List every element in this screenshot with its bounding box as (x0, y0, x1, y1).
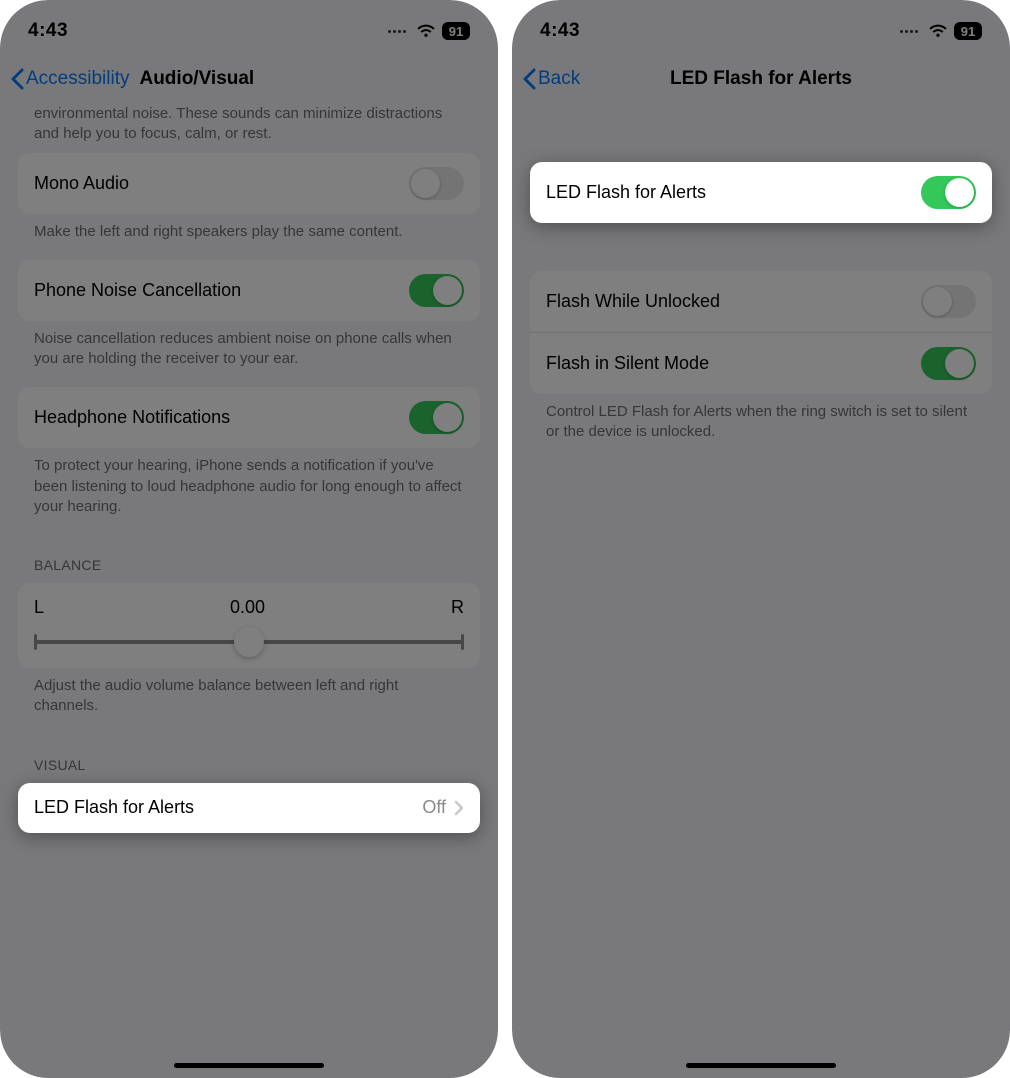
noise-cancel-group: Phone Noise Cancellation (18, 260, 480, 321)
led-flash-row[interactable]: LED Flash for Alerts Off (18, 783, 480, 833)
battery-indicator: 91 (954, 22, 982, 40)
led-main-cell[interactable]: LED Flash for Alerts (530, 162, 992, 223)
balance-right-label: R (451, 597, 464, 618)
nav-back-label: Back (538, 68, 580, 90)
screenshot-right-panel: 4:43 91 Back LED Flash for Alerts LED Fl… (512, 0, 1010, 1078)
home-indicator[interactable] (174, 1063, 324, 1068)
balance-desc: Adjust the audio volume balance between … (18, 668, 480, 735)
headphone-notif-group: Headphone Notifications (18, 387, 480, 448)
wifi-icon (928, 24, 948, 38)
nav-back-button[interactable]: Accessibility (8, 64, 131, 94)
status-bar: 4:43 91 (0, 0, 498, 54)
nav-title: LED Flash for Alerts (670, 68, 852, 90)
headphone-notif-label: Headphone Notifications (34, 407, 230, 428)
flash-silent-cell[interactable]: Flash in Silent Mode (530, 332, 992, 394)
home-indicator[interactable] (686, 1063, 836, 1068)
led-main-label: LED Flash for Alerts (546, 182, 706, 203)
cellular-dots-icon (900, 30, 918, 33)
status-time: 4:43 (28, 20, 68, 42)
headphone-notif-desc: To protect your hearing, iPhone sends a … (18, 448, 480, 535)
balance-value: 0.00 (230, 597, 265, 618)
noise-cancel-cell[interactable]: Phone Noise Cancellation (18, 260, 480, 321)
led-main-toggle[interactable] (921, 176, 976, 209)
noise-cancel-toggle[interactable] (409, 274, 464, 307)
chevron-left-icon (10, 68, 24, 90)
battery-indicator: 91 (442, 22, 470, 40)
mono-audio-cell[interactable]: Mono Audio (18, 153, 480, 214)
flash-unlocked-label: Flash While Unlocked (546, 291, 720, 312)
noise-cancel-label: Phone Noise Cancellation (34, 280, 241, 301)
status-bar: 4:43 91 (512, 0, 1010, 54)
status-time: 4:43 (540, 20, 580, 42)
balance-left-label: L (34, 597, 44, 618)
screenshot-left-panel: 4:43 91 Accessibility Audio/Visual envir… (0, 0, 498, 1078)
mono-audio-label: Mono Audio (34, 173, 129, 194)
balance-header: BALANCE (18, 535, 480, 583)
balance-slider-box: L 0.00 R (18, 583, 480, 668)
flash-unlocked-cell[interactable]: Flash While Unlocked (530, 271, 992, 332)
nav-back-button[interactable]: Back (520, 64, 582, 94)
chevron-right-icon (454, 800, 464, 816)
mono-audio-group: Mono Audio (18, 153, 480, 214)
led-flash-value: Off (422, 797, 446, 818)
chevron-left-icon (522, 68, 536, 90)
mono-audio-desc: Make the left and right speakers play th… (18, 214, 480, 260)
wifi-icon (416, 24, 436, 38)
noise-cancel-desc: Noise cancellation reduces ambient noise… (18, 321, 480, 388)
nav-bar: Back LED Flash for Alerts (512, 54, 1010, 104)
balance-slider-thumb[interactable] (234, 627, 264, 657)
flash-silent-label: Flash in Silent Mode (546, 353, 709, 374)
headphone-notif-cell[interactable]: Headphone Notifications (18, 387, 480, 448)
led-flash-label: LED Flash for Alerts (34, 797, 194, 818)
balance-slider[interactable] (34, 640, 464, 644)
visual-header: VISUAL (18, 735, 480, 783)
flash-silent-toggle[interactable] (921, 347, 976, 380)
nav-title: Audio/Visual (139, 68, 254, 90)
headphone-notif-toggle[interactable] (409, 401, 464, 434)
led-options-group: Flash While Unlocked Flash in Silent Mod… (530, 271, 992, 394)
cellular-dots-icon (388, 30, 406, 33)
mono-audio-toggle[interactable] (409, 167, 464, 200)
led-options-desc: Control LED Flash for Alerts when the ri… (530, 394, 992, 461)
flash-unlocked-toggle[interactable] (921, 285, 976, 318)
led-main-group: LED Flash for Alerts (530, 162, 992, 223)
nav-back-label: Accessibility (26, 68, 129, 90)
nav-bar: Accessibility Audio/Visual (0, 54, 498, 104)
truncated-desc: environmental noise. These sounds can mi… (0, 104, 498, 153)
